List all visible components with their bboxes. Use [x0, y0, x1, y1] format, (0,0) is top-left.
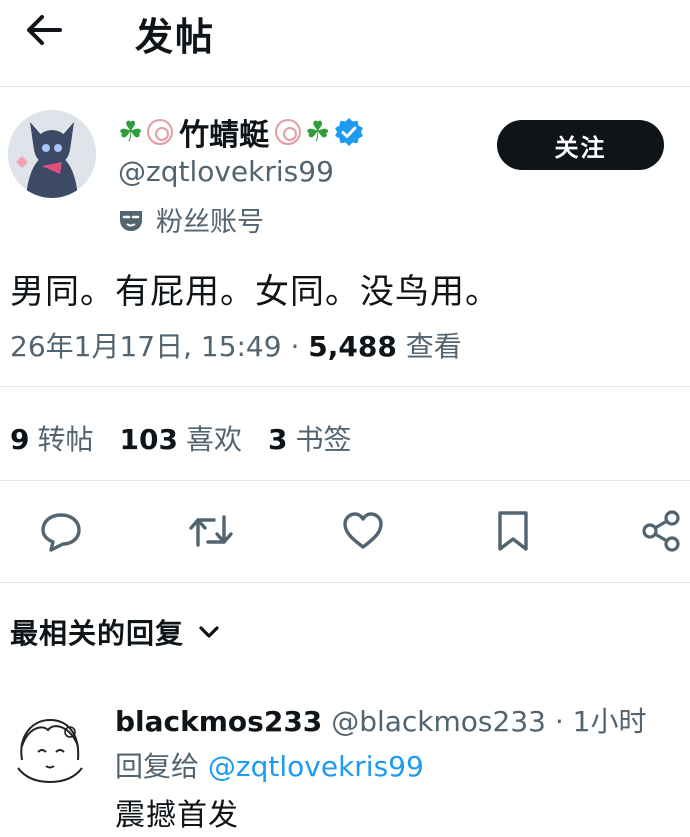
header-divider [0, 86, 690, 87]
actions-divider [0, 582, 690, 583]
stats-divider [0, 480, 690, 481]
bookmarks-stat[interactable]: 3 书签 [268, 418, 352, 458]
meta-divider [0, 386, 690, 387]
back-button[interactable] [22, 10, 66, 50]
avatar-image [8, 110, 96, 198]
reply-to-line: 回复给 @zqtlovekris99 [115, 745, 424, 785]
replies-sort-label: 最相关的回复 [10, 617, 185, 650]
mask-icon [120, 210, 142, 231]
heart-icon [343, 512, 383, 549]
clover-emoji-icon: ☘ [118, 115, 144, 148]
fan-account-label: 粉丝账号 [118, 200, 264, 239]
views-count: 5,488 [308, 330, 397, 363]
tweet-datetime[interactable]: 26年1月17日, 15:49 [10, 330, 282, 363]
swirl-emoji-icon [275, 119, 302, 145]
likes-stat[interactable]: 103 喜欢 [120, 418, 242, 458]
likes-label: 喜欢 [185, 423, 242, 456]
reply-avatar-image [8, 706, 92, 790]
like-button[interactable] [340, 508, 386, 554]
top-bar: 发帖 [0, 0, 690, 86]
reply-author-handle[interactable]: @blackmos233 [331, 705, 546, 738]
reply-time[interactable]: 1小时 [573, 705, 647, 738]
retweet-icon [189, 515, 233, 547]
share-button[interactable] [638, 508, 684, 554]
author-handle[interactable]: @zqtlovekris99 [118, 155, 334, 188]
arrow-left-icon [27, 15, 62, 45]
author-avatar[interactable] [8, 110, 96, 198]
reply-to-mention[interactable]: @zqtlovekris99 [208, 750, 424, 783]
reply-text: 震撼首发 [115, 798, 239, 833]
views-label: 查看 [405, 330, 462, 363]
retweets-stat[interactable]: 9 转帖 [10, 418, 94, 458]
author-name-row: ☘ 竹蜻蜓 ☘ [118, 110, 364, 154]
follow-button[interactable]: 关注 [497, 120, 664, 170]
page-title: 发帖 [135, 15, 216, 59]
replies-sort-dropdown[interactable]: 最相关的回复 [10, 612, 220, 652]
reply-separator: · [554, 705, 564, 738]
tweet-text: 男同。有屁用。女同。没鸟用。 [10, 272, 500, 312]
reply-avatar[interactable] [8, 706, 92, 790]
verified-badge-icon [334, 117, 364, 147]
author-display-name[interactable]: 竹蜻蜓 [179, 110, 269, 154]
retweets-label: 转帖 [37, 423, 94, 456]
tweet-detail-page: 发帖 ☘ 竹蜻蜓 ☘ @zqtlovekris99 粉丝账号 关注 男同。有屁用… [0, 0, 690, 837]
reply-to-label: 回复给 [115, 750, 200, 783]
meta-separator: · [290, 330, 300, 363]
bookmarks-count: 3 [267, 423, 288, 456]
reply-button[interactable] [38, 508, 84, 554]
share-icon [642, 510, 680, 552]
bookmark-icon [498, 511, 528, 551]
bookmarks-label: 书签 [295, 423, 352, 456]
clover-emoji-icon: ☘ [305, 115, 331, 148]
swirl-emoji-icon [147, 119, 174, 145]
retweet-button[interactable] [188, 508, 234, 554]
reply-header: blackmos233 @blackmos233 · 1小时 [115, 700, 647, 740]
retweets-count: 9 [10, 423, 30, 456]
reply-author-name[interactable]: blackmos233 [115, 705, 322, 738]
fan-account-text: 粉丝账号 [156, 207, 264, 238]
chevron-down-icon [199, 626, 219, 638]
bookmark-button[interactable] [490, 508, 536, 554]
reply-icon [41, 513, 81, 552]
likes-count: 103 [119, 423, 178, 456]
tweet-meta: 26年1月17日, 15:49 · 5,488 查看 [10, 325, 462, 365]
tweet-stats: 9 转帖 103 喜欢 3 书签 [10, 418, 351, 458]
